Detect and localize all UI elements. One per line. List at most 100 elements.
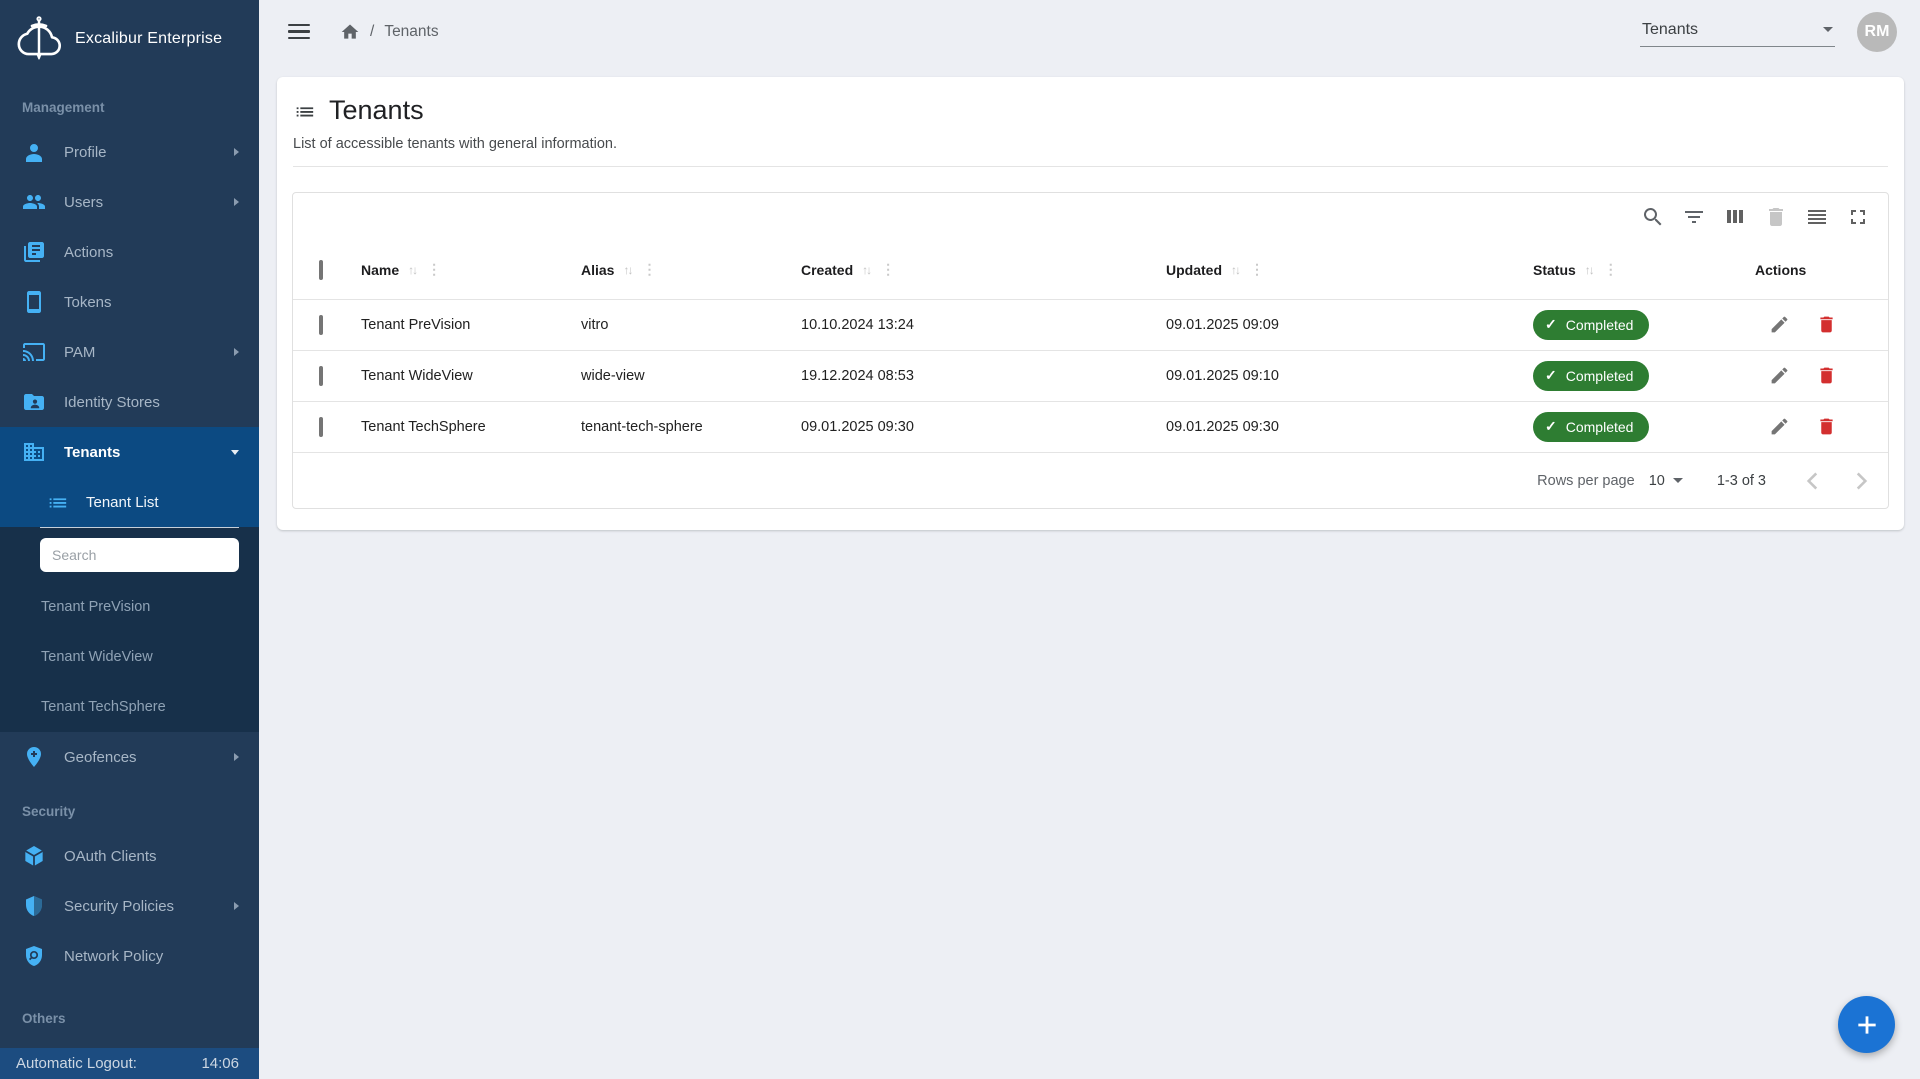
- delete-icon[interactable]: [1816, 416, 1837, 437]
- tenant-link-wideview[interactable]: Tenant WideView: [0, 632, 259, 682]
- cell-alias: tenant-tech-sphere: [581, 401, 801, 452]
- column-menu-icon[interactable]: ⋮: [640, 261, 658, 278]
- column-menu-icon[interactable]: ⋮: [879, 261, 897, 278]
- folder-user-icon: [22, 390, 46, 414]
- previous-page-icon[interactable]: [1800, 468, 1826, 494]
- sidebar-nav: Management Profile Users Actions Tokens …: [0, 78, 259, 1048]
- cell-created: 19.12.2024 08:53: [801, 350, 1166, 401]
- search-icon[interactable]: [1641, 205, 1665, 229]
- page-title: Tenants: [329, 95, 424, 126]
- tenant-link-previson[interactable]: Tenant PreVision: [0, 582, 259, 632]
- table-row[interactable]: Tenant TechSphere tenant-tech-sphere 09.…: [293, 401, 1889, 452]
- policy-icon: [22, 944, 46, 968]
- auto-logout-label: Automatic Logout:: [16, 1055, 137, 1072]
- status-badge: ✓Completed: [1533, 310, 1649, 340]
- home-icon[interactable]: [340, 22, 360, 42]
- tenants-group: Tenants Tenant List Tenant PreVision Ten…: [0, 427, 259, 732]
- row-checkbox[interactable]: [319, 315, 323, 335]
- next-page-icon[interactable]: [1848, 468, 1874, 494]
- sidebar-item-security-policies[interactable]: Security Policies: [0, 881, 259, 931]
- sidebar-item-users[interactable]: Users: [0, 177, 259, 227]
- menu-toggle-icon[interactable]: [288, 20, 310, 44]
- table-row[interactable]: Tenant PreVision vitro 10.10.2024 13:24 …: [293, 299, 1889, 350]
- sidebar-item-geofences[interactable]: Geofences: [0, 732, 259, 782]
- sidebar-item-network-policy[interactable]: Network Policy: [0, 931, 259, 981]
- sidebar-item-pam[interactable]: PAM: [0, 327, 259, 377]
- sort-icon[interactable]: ↑↓: [408, 263, 416, 277]
- column-header-actions: Actions: [1755, 262, 1806, 278]
- tenants-table: Name↑↓⋮ Alias↑↓⋮ Created↑↓⋮ Updated↑↓⋮ S…: [292, 192, 1889, 509]
- delete-icon[interactable]: [1816, 314, 1837, 335]
- column-menu-icon[interactable]: ⋮: [1248, 261, 1266, 278]
- plus-icon: [1854, 1012, 1880, 1038]
- row-checkbox[interactable]: [319, 417, 323, 437]
- sidebar: Excalibur Enterprise Management Profile …: [0, 0, 259, 1079]
- sort-icon[interactable]: ↑↓: [1585, 263, 1593, 277]
- section-security: Security: [0, 782, 259, 831]
- brand-name: Excalibur Enterprise: [75, 30, 222, 48]
- sidebar-item-tenants[interactable]: Tenants: [0, 427, 259, 477]
- person-icon: [22, 140, 46, 164]
- chevron-right-icon: [234, 148, 239, 156]
- table-row[interactable]: Tenant WideView wide-view 19.12.2024 08:…: [293, 350, 1889, 401]
- filter-icon[interactable]: [1682, 205, 1706, 229]
- add-tenant-fab[interactable]: [1838, 996, 1895, 1053]
- sidebar-item-profile[interactable]: Profile: [0, 127, 259, 177]
- sidebar-item-actions[interactable]: Actions: [0, 227, 259, 277]
- sidebar-item-identity-stores[interactable]: Identity Stores: [0, 377, 259, 427]
- chevron-right-icon: [234, 753, 239, 761]
- avatar[interactable]: RM: [1857, 12, 1897, 52]
- select-caret-icon: [1823, 27, 1833, 32]
- chevron-right-icon: [234, 198, 239, 206]
- row-checkbox[interactable]: [319, 366, 323, 386]
- context-select[interactable]: Tenants: [1640, 17, 1835, 47]
- cell-alias: vitro: [581, 299, 801, 350]
- fullscreen-icon[interactable]: [1846, 205, 1870, 229]
- sort-icon[interactable]: ↑↓: [623, 263, 631, 277]
- chevron-right-icon: [234, 348, 239, 356]
- column-menu-icon[interactable]: ⋮: [1602, 261, 1620, 278]
- chevron-right-icon: [234, 902, 239, 910]
- tenant-link-techsphere[interactable]: Tenant TechSphere: [0, 682, 259, 732]
- column-header-status: Status: [1533, 262, 1576, 278]
- chevron-down-icon: [231, 450, 239, 455]
- smartphone-icon: [22, 290, 46, 314]
- divider: [293, 166, 1888, 167]
- sort-icon[interactable]: ↑↓: [1231, 263, 1239, 277]
- edit-icon[interactable]: [1769, 365, 1790, 386]
- sidebar-item-tokens[interactable]: Tokens: [0, 277, 259, 327]
- table-pagination: Rows per page 10 1-3 of 3: [293, 452, 1888, 508]
- people-icon: [22, 190, 46, 214]
- status-badge: ✓Completed: [1533, 412, 1649, 442]
- density-icon[interactable]: [1805, 205, 1829, 229]
- section-management: Management: [0, 78, 259, 127]
- rows-per-page-label: Rows per page: [1537, 473, 1635, 489]
- delete-icon[interactable]: [1816, 365, 1837, 386]
- edit-icon[interactable]: [1769, 314, 1790, 335]
- add-location-icon: [22, 745, 46, 769]
- column-menu-icon[interactable]: ⋮: [425, 261, 443, 278]
- sort-icon[interactable]: ↑↓: [862, 263, 870, 277]
- list-title-icon: [293, 100, 315, 122]
- cell-created: 10.10.2024 13:24: [801, 299, 1166, 350]
- cell-updated: 09.01.2025 09:10: [1166, 350, 1533, 401]
- delete-icon[interactable]: [1764, 205, 1788, 229]
- table-header-row: Name↑↓⋮ Alias↑↓⋮ Created↑↓⋮ Updated↑↓⋮ S…: [293, 241, 1889, 299]
- context-select-value: Tenants: [1642, 21, 1698, 39]
- breadcrumb: / Tenants: [340, 22, 439, 42]
- tenant-search-input[interactable]: [40, 538, 239, 572]
- edit-icon[interactable]: [1769, 416, 1790, 437]
- check-icon: ✓: [1545, 418, 1557, 435]
- cell-name: Tenant TechSphere: [361, 401, 581, 452]
- breadcrumb-current: Tenants: [384, 23, 438, 41]
- sidebar-item-tenant-list[interactable]: Tenant List: [0, 477, 259, 527]
- select-caret-icon: [1673, 478, 1683, 483]
- brand[interactable]: Excalibur Enterprise: [0, 0, 259, 78]
- cloud-sword-logo-icon: [16, 16, 62, 62]
- columns-icon[interactable]: [1723, 205, 1747, 229]
- sidebar-item-oauth-clients[interactable]: OAuth Clients: [0, 831, 259, 881]
- cell-alias: wide-view: [581, 350, 801, 401]
- select-all-checkbox[interactable]: [319, 260, 323, 280]
- list-icon: [46, 491, 68, 513]
- rows-per-page-select[interactable]: 10: [1649, 473, 1683, 489]
